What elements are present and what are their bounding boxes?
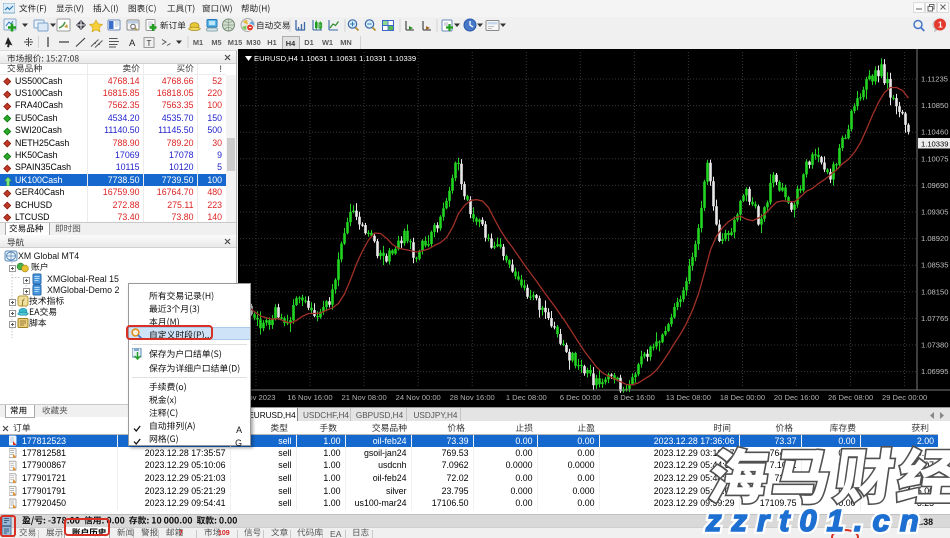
svg-text:zzrt01.cn: zzrt01.cn — [705, 503, 929, 538]
